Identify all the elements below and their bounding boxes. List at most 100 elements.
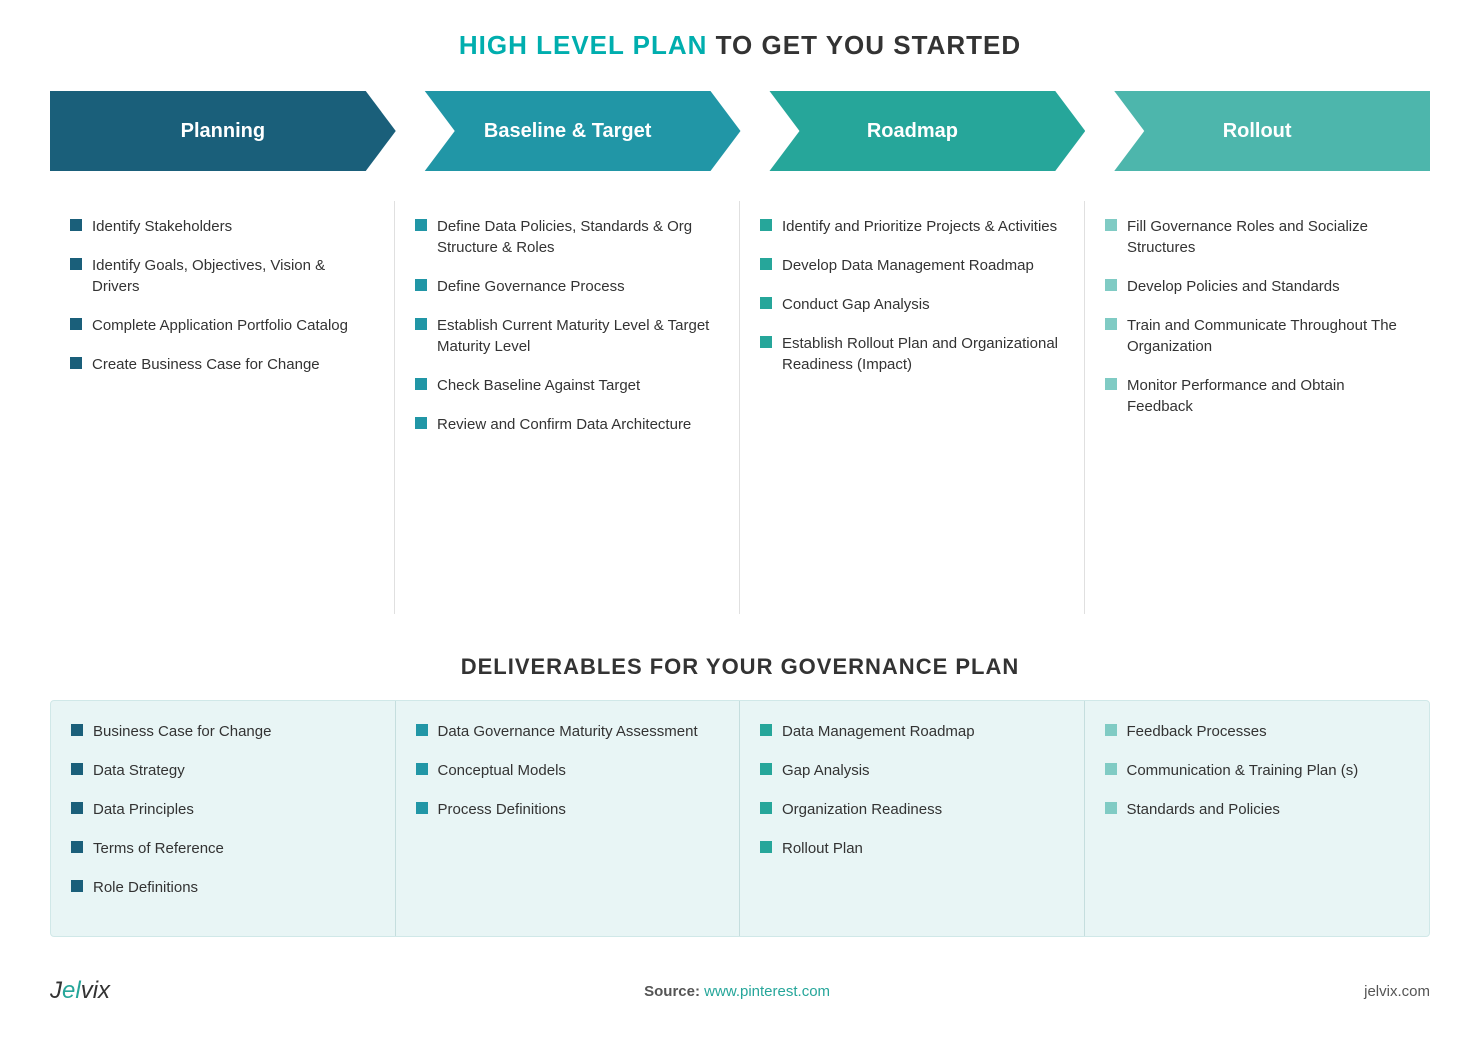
bullet-icon: [71, 802, 83, 814]
phase-roadmap-label: Roadmap: [867, 120, 958, 143]
list-item: Define Data Policies, Standards & Org St…: [415, 216, 719, 258]
list-item: Standards and Policies: [1105, 799, 1410, 820]
logo-j: J: [50, 977, 62, 1004]
deliverables-planning-list: Business Case for Change Data Strategy D…: [71, 721, 375, 898]
bullet-icon: [1105, 219, 1117, 231]
footer-source: Source: www.pinterest.com: [644, 983, 830, 1000]
list-item: Review and Confirm Data Architecture: [415, 414, 719, 435]
bullet-icon: [415, 378, 427, 390]
title-rest: TO GET YOU STARTED: [707, 30, 1021, 60]
list-item: Rollout Plan: [760, 838, 1064, 859]
content-col-baseline: Define Data Policies, Standards & Org St…: [395, 201, 740, 614]
list-item: Establish Rollout Plan and Organizationa…: [760, 333, 1064, 375]
deliverables-col-baseline: Data Governance Maturity Assessment Conc…: [396, 701, 741, 936]
bullet-icon: [760, 219, 772, 231]
footer: Jelvix Source: www.pinterest.com jelvix.…: [50, 957, 1430, 1015]
bullet-icon: [1105, 802, 1117, 814]
bullet-icon: [71, 841, 83, 853]
bullet-icon: [760, 763, 772, 775]
list-item: Identify and Prioritize Projects & Activ…: [760, 216, 1064, 237]
list-item: Communication & Training Plan (s): [1105, 760, 1410, 781]
bullet-icon: [416, 724, 428, 736]
list-item: Train and Communicate Throughout The Org…: [1105, 315, 1410, 357]
bullet-icon: [1105, 724, 1117, 736]
list-item: Create Business Case for Change: [70, 354, 374, 375]
list-item: Develop Data Management Roadmap: [760, 255, 1064, 276]
bullet-icon: [760, 297, 772, 309]
bullet-icon: [71, 763, 83, 775]
bullet-icon: [760, 258, 772, 270]
phase-baseline-arrow: Baseline & Target: [395, 91, 741, 171]
rollout-list: Fill Governance Roles and Socialize Stru…: [1105, 216, 1410, 417]
bullet-icon: [760, 802, 772, 814]
list-item: Data Principles: [71, 799, 375, 820]
deliverables-col-planning: Business Case for Change Data Strategy D…: [51, 701, 396, 936]
list-item: Data Governance Maturity Assessment: [416, 721, 720, 742]
phases-row: Planning Baseline & Target Roadmap Rollo…: [50, 91, 1430, 171]
footer-right-text: jelvix.com: [1364, 983, 1430, 1000]
list-item: Organization Readiness: [760, 799, 1064, 820]
footer-logo: Jelvix: [50, 977, 110, 1005]
phase-rollout-arrow: Rollout: [1084, 91, 1430, 171]
bullet-icon: [760, 336, 772, 348]
list-item: Feedback Processes: [1105, 721, 1410, 742]
list-item: Conduct Gap Analysis: [760, 294, 1064, 315]
phase-baseline-label: Baseline & Target: [484, 120, 651, 143]
bullet-icon: [415, 219, 427, 231]
deliverables-col-roadmap: Data Management Roadmap Gap Analysis Org…: [740, 701, 1085, 936]
roadmap-list: Identify and Prioritize Projects & Activ…: [760, 216, 1064, 375]
list-item: Data Strategy: [71, 760, 375, 781]
deliverables-rollout-list: Feedback Processes Communication & Train…: [1105, 721, 1410, 820]
list-item: Identify Goals, Objectives, Vision & Dri…: [70, 255, 374, 297]
list-item: Establish Current Maturity Level & Targe…: [415, 315, 719, 357]
list-item: Role Definitions: [71, 877, 375, 898]
title-highlight: HIGH LEVEL PLAN: [459, 30, 708, 60]
list-item: Data Management Roadmap: [760, 721, 1064, 742]
list-item: Conceptual Models: [416, 760, 720, 781]
bullet-icon: [1105, 318, 1117, 330]
bullet-icon: [760, 724, 772, 736]
logo-el: el: [62, 977, 81, 1004]
bullet-icon: [1105, 763, 1117, 775]
deliverables-col-rollout: Feedback Processes Communication & Train…: [1085, 701, 1430, 936]
bullet-icon: [70, 219, 82, 231]
main-container: HIGH LEVEL PLAN TO GET YOU STARTED Plann…: [0, 0, 1480, 1045]
bullet-icon: [1105, 279, 1117, 291]
list-item: Business Case for Change: [71, 721, 375, 742]
baseline-list: Define Data Policies, Standards & Org St…: [415, 216, 719, 435]
deliverables-grid: Business Case for Change Data Strategy D…: [50, 700, 1430, 937]
bullet-icon: [415, 279, 427, 291]
source-label: Source:: [644, 983, 700, 1000]
content-col-roadmap: Identify and Prioritize Projects & Activ…: [740, 201, 1085, 614]
list-item: Check Baseline Against Target: [415, 375, 719, 396]
list-item: Develop Policies and Standards: [1105, 276, 1410, 297]
deliverables-roadmap-list: Data Management Roadmap Gap Analysis Org…: [760, 721, 1064, 859]
list-item: Gap Analysis: [760, 760, 1064, 781]
phase-rollout-label: Rollout: [1223, 120, 1292, 143]
bullet-icon: [416, 763, 428, 775]
list-item: Terms of Reference: [71, 838, 375, 859]
bullet-icon: [415, 318, 427, 330]
bullet-icon: [1105, 378, 1117, 390]
bullet-icon: [760, 841, 772, 853]
content-grid: Identify Stakeholders Identify Goals, Ob…: [50, 201, 1430, 614]
list-item: Complete Application Portfolio Catalog: [70, 315, 374, 336]
logo-vix: vix: [81, 977, 110, 1004]
list-item: Monitor Performance and Obtain Feedback: [1105, 375, 1410, 417]
page-title: HIGH LEVEL PLAN TO GET YOU STARTED: [50, 30, 1430, 61]
planning-list: Identify Stakeholders Identify Goals, Ob…: [70, 216, 374, 375]
list-item: Define Governance Process: [415, 276, 719, 297]
bullet-icon: [415, 417, 427, 429]
list-item: Process Definitions: [416, 799, 720, 820]
bullet-icon: [416, 802, 428, 814]
bullet-icon: [70, 318, 82, 330]
content-col-rollout: Fill Governance Roles and Socialize Stru…: [1085, 201, 1430, 614]
bullet-icon: [70, 258, 82, 270]
bullet-icon: [71, 880, 83, 892]
list-item: Identify Stakeholders: [70, 216, 374, 237]
list-item: Fill Governance Roles and Socialize Stru…: [1105, 216, 1410, 258]
phase-planning-arrow: Planning: [50, 91, 396, 171]
deliverables-baseline-list: Data Governance Maturity Assessment Conc…: [416, 721, 720, 820]
source-url: www.pinterest.com: [704, 983, 830, 1000]
bullet-icon: [71, 724, 83, 736]
